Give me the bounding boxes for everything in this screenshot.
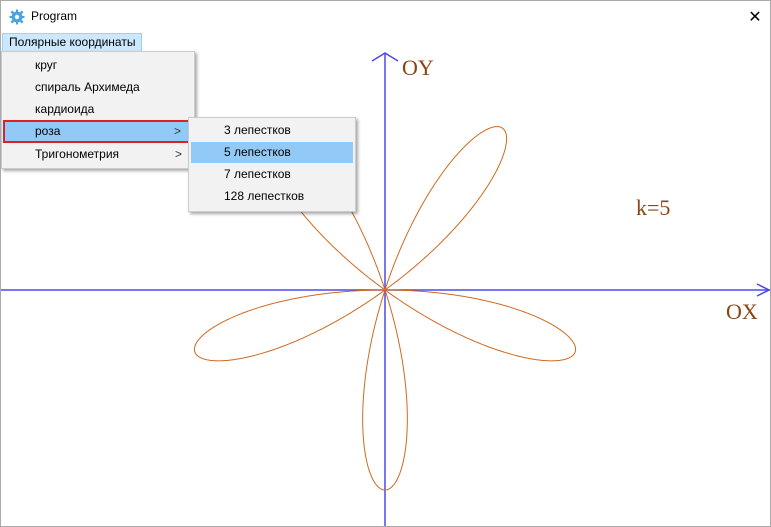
app-window: Program ✕ Полярные координаты OY OX k=5 … — [0, 0, 771, 527]
rose-submenu: 3 лепестков 5 лепестков 7 лепестков 128 … — [188, 117, 356, 212]
window-title: Program — [31, 9, 78, 23]
polar-menu-dropdown: круг спираль Архимеда кардиоида роза > Т… — [1, 51, 195, 169]
menu-bar: Полярные координаты — [1, 32, 770, 52]
menu-item-cardioid[interactable]: кардиоида — [4, 99, 190, 120]
submenu-item-5-petals[interactable]: 5 лепестков — [191, 142, 353, 163]
submenu-item-128-petals[interactable]: 128 лепестков — [191, 186, 351, 207]
menu-polar-coordinates[interactable]: Полярные координаты — [2, 33, 143, 52]
close-icon: ✕ — [748, 8, 762, 26]
gear-icon — [9, 9, 25, 25]
k-value-label: k=5 — [636, 195, 671, 220]
chevron-right-icon: > — [173, 124, 181, 138]
close-button[interactable]: ✕ — [740, 1, 770, 32]
submenu-item-7-petals[interactable]: 7 лепестков — [191, 164, 351, 185]
chevron-right-icon: > — [174, 147, 182, 161]
menu-item-rose[interactable]: роза > — [3, 120, 191, 143]
title-bar: Program ✕ — [1, 1, 770, 32]
submenu-item-3-petals[interactable]: 3 лепестков — [191, 120, 351, 141]
menu-item-trigonometry[interactable]: Тригонометрия > — [4, 144, 190, 165]
menu-item-archimedes-spiral[interactable]: спираль Архимеда — [4, 77, 190, 98]
menu-item-circle[interactable]: круг — [4, 55, 190, 76]
axis-y-label: OY — [402, 55, 434, 80]
axis-x-label: OX — [726, 299, 758, 324]
